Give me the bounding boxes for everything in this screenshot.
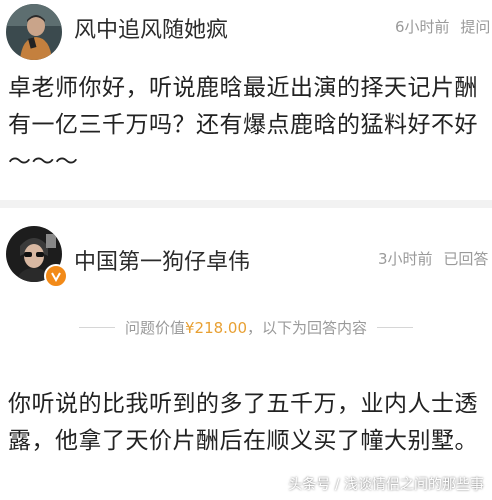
section-divider (0, 200, 492, 208)
question-text: 卓老师你好，听说鹿晗最近出演的择天记片酬有一亿三千万吗？还有爆点鹿晗的猛料好不好… (8, 75, 478, 175)
question-action: 提问 (460, 18, 491, 36)
question-price-row: 问题价值¥218.00，以下为回答内容 (0, 312, 492, 342)
question-price: 问题价值¥218.00，以下为回答内容 (125, 317, 367, 338)
questioner-avatar[interactable] (6, 4, 62, 60)
answerer-name[interactable]: 中国第一狗仔卓伟 (74, 244, 250, 276)
price-right-rule (377, 326, 414, 328)
question-header: 风中追风随她疯 6小时前 提问 (0, 0, 492, 62)
questioner-name[interactable]: 风中追风随她疯 (74, 12, 228, 44)
question-time: 6小时前 (395, 18, 450, 36)
answer-text: 你听说的比我听到的多了五千万，业内人士透露，他拿了天价片酬后在顺义买了幢大别墅。 (8, 391, 478, 454)
answer-meta: 3小时前 已回答 (378, 248, 488, 269)
price-left-rule (78, 326, 115, 328)
verified-badge (44, 264, 68, 288)
answer-header: 中国第一狗仔卓伟 3小时前 已回答 (0, 222, 492, 288)
questioner-avatar-image (6, 4, 62, 60)
answer-time: 3小时前 (378, 250, 433, 268)
price-label: 问题价值 (124, 318, 185, 337)
watermark: 头条号 / 浅谈情侣之间的那些事 (288, 477, 484, 493)
question-meta: 6小时前 提问 (395, 16, 490, 37)
answer-action: 已回答 (443, 250, 489, 268)
price-suffix: ，以下为回答内容 (247, 318, 368, 337)
verified-v-icon (51, 272, 61, 282)
price-amount: ¥218.00 (184, 318, 248, 337)
